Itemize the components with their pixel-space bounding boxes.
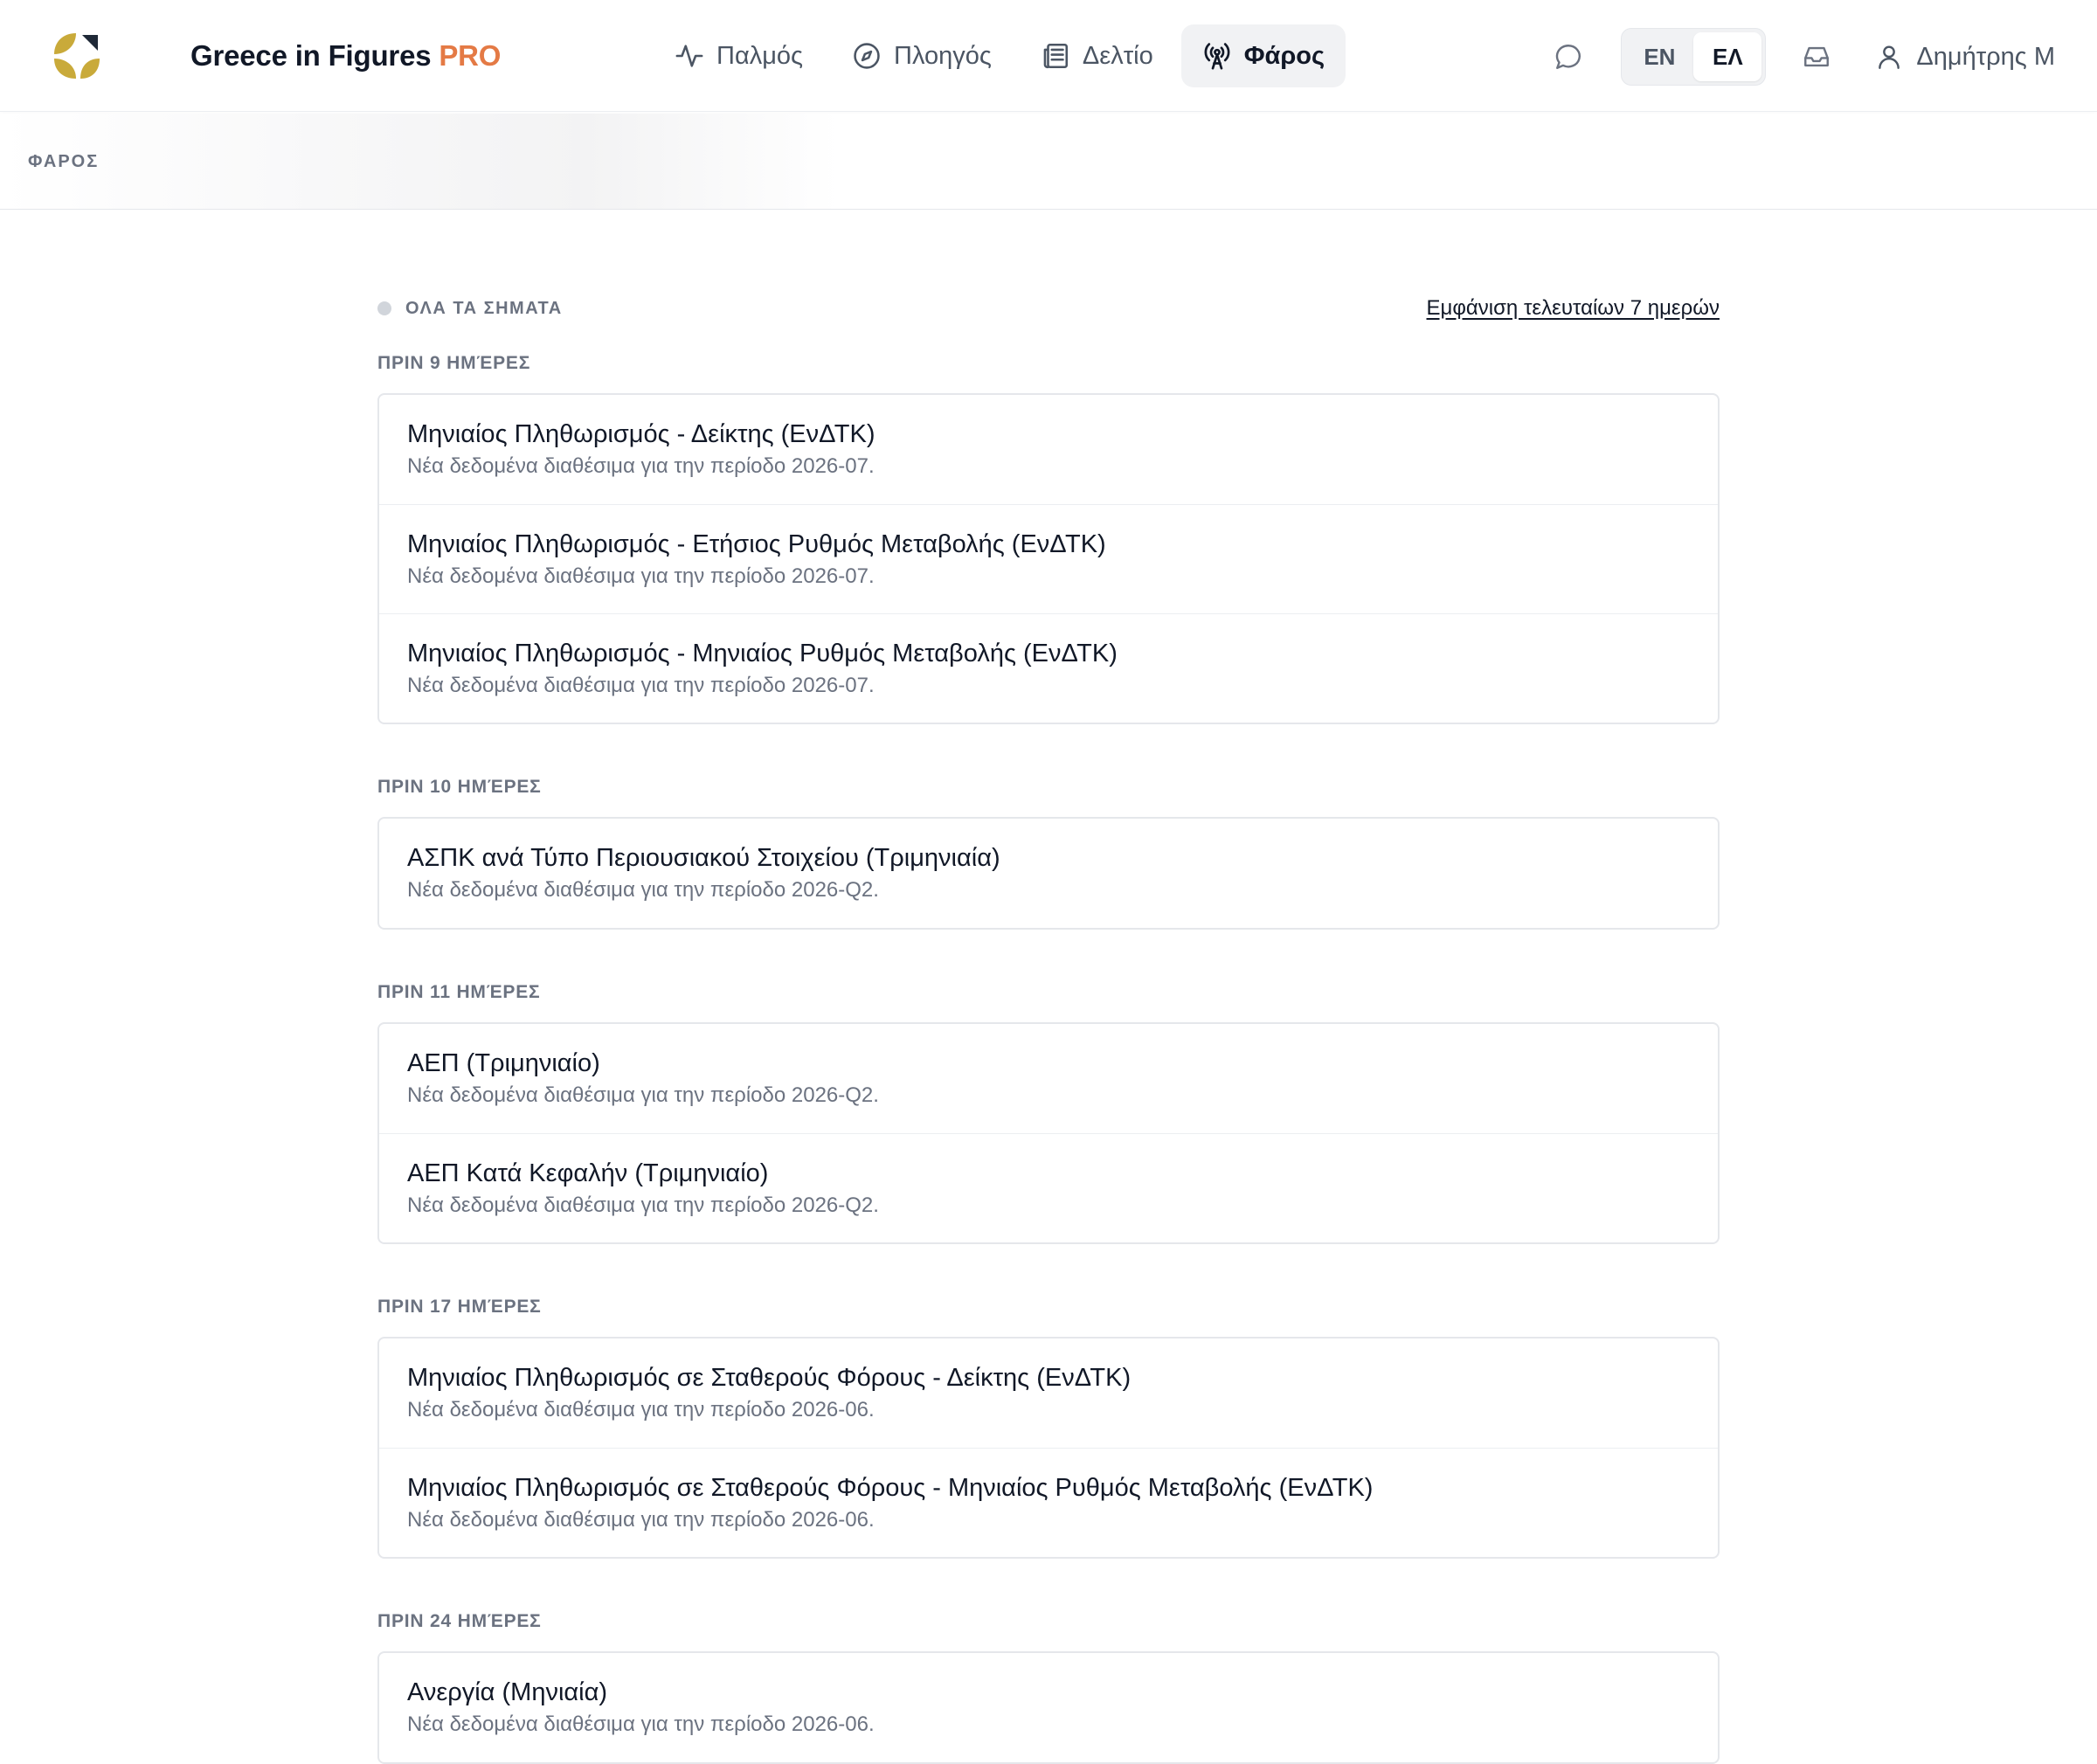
inbox-button[interactable] [1794, 34, 1839, 80]
group-date-label: ΠΡΙΝ 10 ΗΜΈΡΕΣ [377, 777, 542, 797]
signal-row[interactable]: ΑΕΠ (Τριμηνιαίο) Νέα δεδομένα διαθέσιμα … [379, 1024, 1718, 1133]
nav-item-palmos[interactable]: Παλμός [654, 24, 824, 87]
signal-row[interactable]: ΑΣΠΚ ανά Τύπο Περιουσιακού Στοιχείου (Τρ… [379, 819, 1718, 928]
signal-title: Μηνιαίος Πληθωρισμός - Μηνιαίος Ρυθμός Μ… [407, 640, 1118, 668]
page-header-band: ΦΑΡΟΣ [0, 114, 2097, 210]
language-option-el[interactable]: ΕΛ [1693, 32, 1762, 81]
signal-row[interactable]: Μηνιαίος Πληθωρισμός - Δείκτης (ΕνΔΤΚ) Ν… [379, 395, 1718, 504]
broadcast-icon [1204, 43, 1230, 70]
signal-subtitle: Νέα δεδομένα διαθέσιμα για την περίοδο 2… [407, 674, 875, 697]
signal-title: ΑΣΠΚ ανά Τύπο Περιουσιακού Στοιχείου (Τρ… [407, 844, 1000, 872]
signal-group: ΠΡΙΝ 11 ΗΜΈΡΕΣ ΑΕΠ (Τριμηνιαίο) Νέα δεδο… [377, 977, 1720, 1244]
signal-title: ΑΕΠ (Τριμηνιαίο) [407, 1049, 600, 1077]
signal-card: Μηνιαίος Πληθωρισμός - Δείκτης (ΕνΔΤΚ) Ν… [377, 393, 1720, 724]
nav-item-faros[interactable]: Φάρος [1180, 24, 1346, 87]
signals-filter-label: ΟΛΑ ΤΑ ΣΗΜΑΤΑ [377, 299, 563, 319]
signal-row[interactable]: Μηνιαίος Πληθωρισμός σε Σταθερούς Φόρους… [379, 1448, 1718, 1557]
signal-subtitle: Νέα δεδομένα διαθέσιμα για την περίοδο 2… [407, 1083, 879, 1107]
signal-title: ΑΕΠ Κατά Κεφαλήν (Τριμηνιαίο) [407, 1159, 769, 1187]
user-icon [1879, 45, 1900, 69]
show-last-7-days-link[interactable]: Εμφάνιση τελευταίων 7 ημερών [1427, 296, 1720, 321]
signal-subtitle: Νέα δεδομένα διαθέσιμα για την περίοδο 2… [407, 878, 879, 902]
pro-badge: PRO [439, 39, 502, 72]
signals-feed: ΟΛΑ ΤΑ ΣΗΜΑΤΑ Εμφάνιση τελευταίων 7 ημερ… [377, 288, 1720, 1764]
signal-subtitle: Νέα δεδομένα διαθέσιμα για την περίοδο 2… [407, 564, 875, 588]
greece-in-figures-logo-icon [51, 30, 103, 82]
signal-title: Μηνιαίος Πληθωρισμός σε Σταθερούς Φόρους… [407, 1364, 1132, 1392]
inbox-icon [1804, 46, 1830, 67]
nav-item-label: Πλοηγός [894, 41, 992, 70]
user-name: Δημήτρης Μ [1916, 42, 2055, 71]
signal-title: Μηνιαίος Πληθωρισμός - Ετήσιος Ρυθμός Με… [407, 530, 1106, 558]
group-date-label: ΠΡΙΝ 24 ΗΜΈΡΕΣ [377, 1611, 542, 1631]
signal-row[interactable]: Μηνιαίος Πληθωρισμός - Μηνιαίος Ρυθμός Μ… [379, 613, 1718, 723]
group-date-label: ΠΡΙΝ 9 ΗΜΈΡΕΣ [377, 353, 531, 373]
compass-icon [854, 43, 880, 69]
header-tools: EN ΕΛ Δημήτρης Μ [1546, 28, 2055, 86]
filter-row: ΟΛΑ ΤΑ ΣΗΜΑΤΑ Εμφάνιση τελευταίων 7 ημερ… [377, 288, 1720, 329]
newspaper-icon [1043, 43, 1068, 69]
main-nav: Παλμός Πλοηγός Δελτίο Φάρος [654, 24, 1353, 87]
chat-button[interactable] [1546, 34, 1591, 80]
nav-item-label: Φάρος [1243, 41, 1325, 70]
signal-subtitle: Νέα δεδομένα διαθέσιμα για την περίοδο 2… [407, 454, 875, 478]
brand[interactable]: Greece in Figures PRO [51, 30, 501, 82]
nav-item-ploigos[interactable]: Πλοηγός [831, 24, 1013, 87]
chat-bubble-icon [1556, 45, 1581, 69]
group-date-label: ΠΡΙΝ 11 ΗΜΈΡΕΣ [377, 982, 541, 1002]
signal-group: ΠΡΙΝ 10 ΗΜΈΡΕΣ ΑΣΠΚ ανά Τύπο Περιουσιακο… [377, 771, 1720, 930]
nav-item-label: Παλμός [716, 41, 804, 70]
user-menu[interactable]: Δημήτρης Μ [1874, 42, 2055, 72]
signal-subtitle: Νέα δεδομένα διαθέσιμα για την περίοδο 2… [407, 1508, 875, 1532]
nav-item-deltio[interactable]: Δελτίο [1020, 24, 1174, 87]
pulse-icon [675, 45, 703, 67]
signal-card: Μηνιαίος Πληθωρισμός σε Σταθερούς Φόρους… [377, 1337, 1720, 1559]
language-option-en[interactable]: EN [1625, 32, 1693, 81]
nav-item-label: Δελτίο [1082, 41, 1153, 70]
language-switcher: EN ΕΛ [1621, 28, 1767, 86]
signal-row[interactable]: Μηνιαίος Πληθωρισμός - Ετήσιος Ρυθμός Με… [379, 504, 1718, 613]
signal-card: ΑΣΠΚ ανά Τύπο Περιουσιακού Στοιχείου (Τρ… [377, 817, 1720, 930]
signal-group: ΠΡΙΝ 9 ΗΜΈΡΕΣ Μηνιαίος Πληθωρισμός - Δεί… [377, 348, 1720, 724]
signal-title: Μηνιαίος Πληθωρισμός σε Σταθερούς Φόρους… [407, 1474, 1374, 1502]
signal-subtitle: Νέα δεδομένα διαθέσιμα για την περίοδο 2… [407, 1398, 875, 1422]
signal-row[interactable]: ΑΕΠ Κατά Κεφαλήν (Τριμηνιαίο) Νέα δεδομέ… [379, 1133, 1718, 1242]
signal-group: ΠΡΙΝ 24 ΗΜΈΡΕΣ Ανεργία (Μηνιαία) Νέα δεδ… [377, 1606, 1720, 1764]
signal-subtitle: Νέα δεδομένα διαθέσιμα για την περίοδο 2… [407, 1712, 875, 1736]
signal-subtitle: Νέα δεδομένα διαθέσιμα για την περίοδο 2… [407, 1193, 879, 1217]
status-dot-icon [377, 301, 391, 315]
signal-card: ΑΕΠ (Τριμηνιαίο) Νέα δεδομένα διαθέσιμα … [377, 1022, 1720, 1244]
group-date-label: ΠΡΙΝ 17 ΗΜΈΡΕΣ [377, 1297, 542, 1317]
signal-row[interactable]: Μηνιαίος Πληθωρισμός σε Σταθερούς Φόρους… [379, 1339, 1718, 1448]
brand-name: Greece in Figures [190, 39, 432, 72]
signal-group: ΠΡΙΝ 17 ΗΜΈΡΕΣ Μηνιαίος Πληθωρισμός σε Σ… [377, 1291, 1720, 1559]
signal-title: Μηνιαίος Πληθωρισμός - Δείκτης (ΕνΔΤΚ) [407, 420, 875, 448]
filter-label-text: ΟΛΑ ΤΑ ΣΗΜΑΤΑ [405, 298, 563, 318]
top-navigation-bar: Greece in Figures PRO Παλμός Πλοηγός Δελ… [0, 0, 2097, 112]
brand-title: Greece in Figures PRO [190, 39, 501, 73]
signal-row[interactable]: Ανεργία (Μηνιαία) Νέα δεδομένα διαθέσιμα… [379, 1653, 1718, 1762]
breadcrumb: ΦΑΡΟΣ [28, 152, 100, 171]
signal-title: Ανεργία (Μηνιαία) [407, 1678, 608, 1706]
